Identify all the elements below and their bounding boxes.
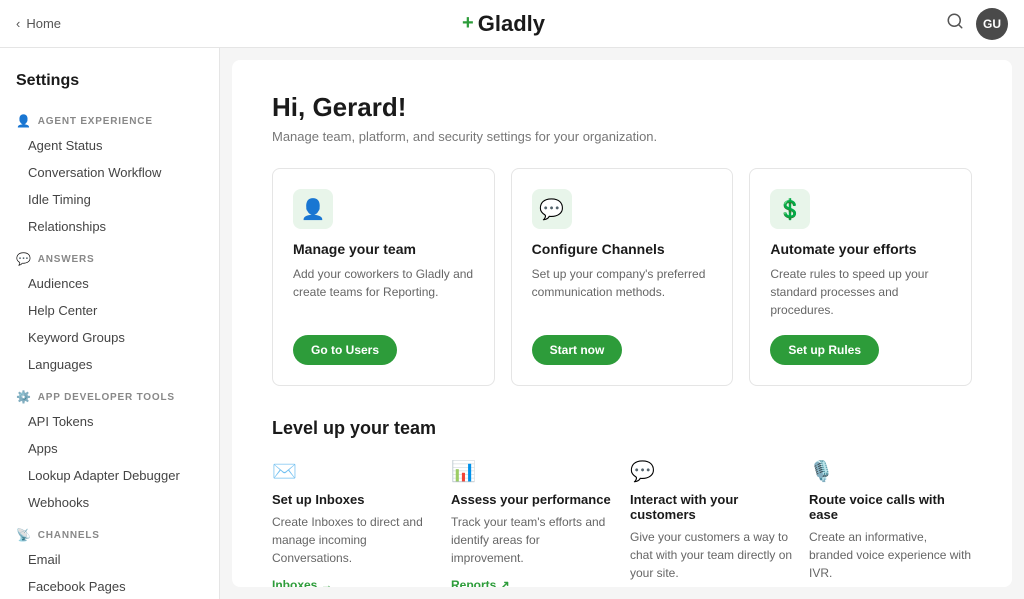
sidebar-section-agent-experience: 👤 AGENT EXPERIENCE <box>0 102 219 132</box>
automate-efforts-icon: 💲 <box>770 189 810 229</box>
level-item-ivr: 🎙️ Route voice calls with ease Create an… <box>809 459 972 587</box>
app-logo: + Gladly <box>462 11 545 37</box>
home-link[interactable]: ‹ Home <box>16 16 61 31</box>
manage-team-icon: 👤 <box>293 189 333 229</box>
inboxes-link[interactable]: Inboxes → <box>272 578 333 587</box>
sidebar-section-app-developer-tools: ⚙️ APP DEVELOPER TOOLS <box>0 378 219 408</box>
configure-channels-icon: 💬 <box>532 189 572 229</box>
sidekick-desc: Give your customers a way to chat with y… <box>630 528 793 582</box>
sidebar-heading: Settings <box>0 64 219 102</box>
greeting-heading: Hi, Gerard! <box>272 92 972 123</box>
sidekick-icon: 💬 <box>630 459 793 484</box>
sidebar-item-lookup-adapter[interactable]: Lookup Adapter Debugger <box>0 462 219 489</box>
logo-plus-icon: + <box>462 12 474 35</box>
level-item-sidekick: 💬 Interact with your customers Give your… <box>630 459 793 587</box>
level-up-heading: Level up your team <box>272 418 972 439</box>
top-cards-row: 👤 Manage your team Add your coworkers to… <box>272 168 972 386</box>
sidebar-item-audiences[interactable]: Audiences <box>0 270 219 297</box>
sidebar-item-relationships[interactable]: Relationships <box>0 213 219 240</box>
automate-efforts-card: 💲 Automate your efforts Create rules to … <box>749 168 972 386</box>
sidebar-item-webhooks[interactable]: Webhooks <box>0 489 219 516</box>
reports-title: Assess your performance <box>451 492 614 507</box>
sidebar: Settings 👤 AGENT EXPERIENCE Agent Status… <box>0 48 220 599</box>
channels-section-icon: 📡 <box>16 528 32 542</box>
inboxes-icon: ✉️ <box>272 459 435 484</box>
level-item-inboxes: ✉️ Set up Inboxes Create Inboxes to dire… <box>272 459 435 587</box>
sidebar-item-email[interactable]: Email <box>0 546 219 573</box>
sidebar-item-agent-status[interactable]: Agent Status <box>0 132 219 159</box>
set-up-rules-button[interactable]: Set up Rules <box>770 335 879 365</box>
ivr-icon: 🎙️ <box>809 459 972 484</box>
sidebar-item-help-center[interactable]: Help Center <box>0 297 219 324</box>
sidebar-item-apps[interactable]: Apps <box>0 435 219 462</box>
search-button[interactable] <box>946 12 964 35</box>
configure-channels-desc: Set up your company's preferred communic… <box>532 265 713 319</box>
main-content: Hi, Gerard! Manage team, platform, and s… <box>232 60 1012 587</box>
sidekick-title: Interact with your customers <box>630 492 793 522</box>
ivr-desc: Create an informative, branded voice exp… <box>809 528 972 582</box>
sidebar-section-channels: 📡 CHANNELS <box>0 516 219 546</box>
reports-desc: Track your team's efforts and identify a… <box>451 513 614 567</box>
manage-team-desc: Add your coworkers to Gladly and create … <box>293 265 474 319</box>
answers-section-label: ANSWERS <box>38 254 95 265</box>
ivr-title: Route voice calls with ease <box>809 492 972 522</box>
app-dev-section-icon: ⚙️ <box>16 390 32 404</box>
level-up-row: ✉️ Set up Inboxes Create Inboxes to dire… <box>272 459 972 587</box>
sidebar-item-facebook-pages[interactable]: Facebook Pages <box>0 573 219 599</box>
start-now-button[interactable]: Start now <box>532 335 623 365</box>
automate-efforts-title: Automate your efforts <box>770 241 951 257</box>
top-nav: ‹ Home + Gladly GU <box>0 0 1024 48</box>
sidebar-item-languages[interactable]: Languages <box>0 351 219 378</box>
avatar[interactable]: GU <box>976 8 1008 40</box>
answers-section-icon: 💬 <box>16 252 32 266</box>
manage-team-card: 👤 Manage your team Add your coworkers to… <box>272 168 495 386</box>
app-dev-section-label: APP DEVELOPER TOOLS <box>38 392 175 403</box>
sidebar-item-keyword-groups[interactable]: Keyword Groups <box>0 324 219 351</box>
go-to-users-button[interactable]: Go to Users <box>293 335 397 365</box>
top-nav-right: GU <box>946 8 1008 40</box>
subtitle-text: Manage team, platform, and security sett… <box>272 129 972 144</box>
logo-text: Gladly <box>478 11 545 37</box>
manage-team-title: Manage your team <box>293 241 474 257</box>
reports-icon: 📊 <box>451 459 614 484</box>
sidebar-item-conversation-workflow[interactable]: Conversation Workflow <box>0 159 219 186</box>
inboxes-desc: Create Inboxes to direct and manage inco… <box>272 513 435 567</box>
channels-section-label: CHANNELS <box>38 530 100 541</box>
sidebar-item-api-tokens[interactable]: API Tokens <box>0 408 219 435</box>
level-item-reports: 📊 Assess your performance Track your tea… <box>451 459 614 587</box>
home-label: Home <box>26 16 61 31</box>
sidebar-section-answers: 💬 ANSWERS <box>0 240 219 270</box>
agent-section-icon: 👤 <box>16 114 32 128</box>
sidebar-item-idle-timing[interactable]: Idle Timing <box>0 186 219 213</box>
automate-efforts-desc: Create rules to speed up your standard p… <box>770 265 951 319</box>
reports-link[interactable]: Reports ↗ <box>451 578 510 587</box>
inboxes-title: Set up Inboxes <box>272 492 435 507</box>
app-layout: Settings 👤 AGENT EXPERIENCE Agent Status… <box>0 48 1024 599</box>
configure-channels-title: Configure Channels <box>532 241 713 257</box>
configure-channels-card: 💬 Configure Channels Set up your company… <box>511 168 734 386</box>
home-chevron-icon: ‹ <box>16 16 20 31</box>
agent-section-label: AGENT EXPERIENCE <box>38 116 153 127</box>
